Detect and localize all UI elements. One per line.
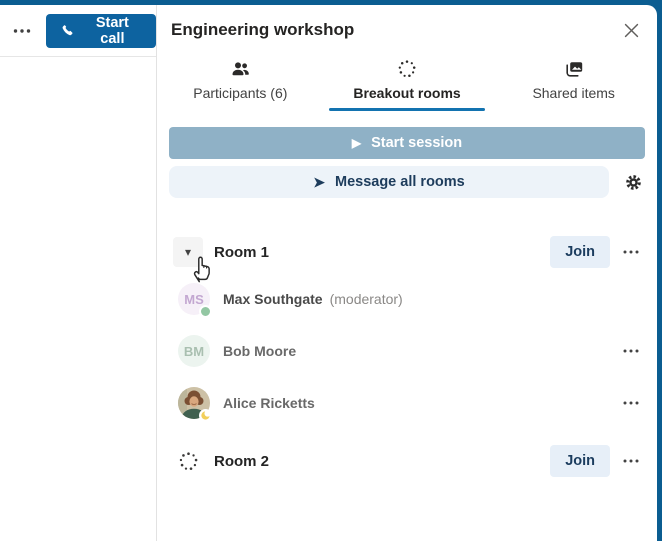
dotted-circle-icon bbox=[173, 446, 203, 476]
room-2-join-button[interactable]: Join bbox=[550, 445, 610, 477]
ellipsis-icon bbox=[623, 348, 639, 354]
room-1-participants: MS Max Southgate (moderator) BM Bob Moor… bbox=[169, 273, 645, 429]
message-all-rooms-label: Message all rooms bbox=[335, 174, 465, 190]
room-row-2: Room 2 Join bbox=[169, 445, 645, 477]
room-1-join-button[interactable]: Join bbox=[550, 236, 610, 268]
play-icon: ▶ bbox=[352, 136, 361, 150]
room-2-more-options-button[interactable] bbox=[623, 458, 639, 464]
start-call-label: Start call bbox=[83, 15, 142, 47]
ellipsis-icon bbox=[623, 400, 639, 406]
tab-participants[interactable]: Participants (6) bbox=[157, 55, 324, 111]
close-icon bbox=[624, 23, 639, 38]
tab-breakout-rooms-label: Breakout rooms bbox=[353, 85, 460, 101]
start-call-button[interactable]: Start call bbox=[46, 14, 156, 48]
tab-shared-items-label: Shared items bbox=[532, 85, 614, 101]
gear-icon bbox=[624, 173, 643, 192]
call-controls-bar: Start call bbox=[0, 5, 156, 57]
participant-name: Bob Moore bbox=[223, 343, 296, 359]
ellipsis-icon bbox=[13, 28, 31, 34]
left-rail: Start call bbox=[0, 5, 157, 541]
page-title: Engineering workshop bbox=[171, 20, 622, 40]
moderator-suffix: (moderator) bbox=[330, 291, 403, 307]
avatar-alice bbox=[178, 387, 210, 419]
room-1-collapse-button[interactable]: ▾ bbox=[173, 237, 203, 267]
participant-name: Alice Ricketts bbox=[223, 395, 315, 411]
panel-tabs: Participants (6) Breakout rooms bbox=[157, 55, 657, 111]
start-session-button[interactable]: ▶ Start session bbox=[169, 127, 645, 159]
dotted-circle-icon bbox=[397, 59, 417, 79]
participant-row-max[interactable]: MS Max Southgate (moderator) bbox=[169, 273, 645, 325]
send-icon: ➤ bbox=[313, 174, 325, 191]
participant-row-bob[interactable]: BM Bob Moore bbox=[169, 325, 645, 377]
participant-bob-more-options-button[interactable] bbox=[623, 348, 639, 354]
chevron-down-icon: ▾ bbox=[185, 245, 191, 259]
participant-name: Max Southgate bbox=[223, 291, 323, 307]
avatar-bob: BM bbox=[178, 335, 210, 367]
room-2-name: Room 2 bbox=[214, 453, 550, 470]
close-panel-button[interactable] bbox=[622, 21, 641, 43]
breakout-settings-button[interactable] bbox=[624, 173, 643, 192]
ellipsis-icon bbox=[623, 249, 639, 255]
participant-row-alice[interactable]: Alice Ricketts bbox=[169, 377, 645, 429]
avatar-max: MS bbox=[178, 283, 210, 315]
room-row-1: ▾ Room 1 Join bbox=[169, 236, 645, 268]
shared-image-icon bbox=[564, 59, 584, 79]
tab-shared-items[interactable]: Shared items bbox=[490, 55, 657, 111]
meeting-window: Start call Engineering workshop bbox=[0, 5, 657, 541]
breakout-rooms-panel: Engineering workshop Participants (6) bbox=[157, 5, 657, 541]
phone-icon bbox=[60, 23, 75, 38]
breakout-rooms-content: ▶ Start session ➤ Message all rooms bbox=[157, 111, 657, 541]
room-1-more-options-button[interactable] bbox=[623, 249, 639, 255]
rail-more-options-button[interactable] bbox=[9, 18, 34, 44]
presence-available-icon bbox=[199, 305, 212, 318]
avatar-initials: BM bbox=[178, 335, 210, 367]
tab-breakout-rooms[interactable]: Breakout rooms bbox=[324, 55, 491, 111]
start-session-label: Start session bbox=[371, 135, 462, 151]
room-1-name: Room 1 bbox=[214, 244, 550, 261]
ellipsis-icon bbox=[623, 458, 639, 464]
tab-participants-label: Participants (6) bbox=[193, 85, 287, 101]
message-row: ➤ Message all rooms bbox=[169, 166, 645, 198]
panel-header: Engineering workshop bbox=[157, 5, 657, 43]
participant-alice-more-options-button[interactable] bbox=[623, 400, 639, 406]
presence-away-icon bbox=[199, 409, 212, 422]
people-icon bbox=[230, 59, 251, 79]
message-all-rooms-button[interactable]: ➤ Message all rooms bbox=[169, 166, 609, 198]
